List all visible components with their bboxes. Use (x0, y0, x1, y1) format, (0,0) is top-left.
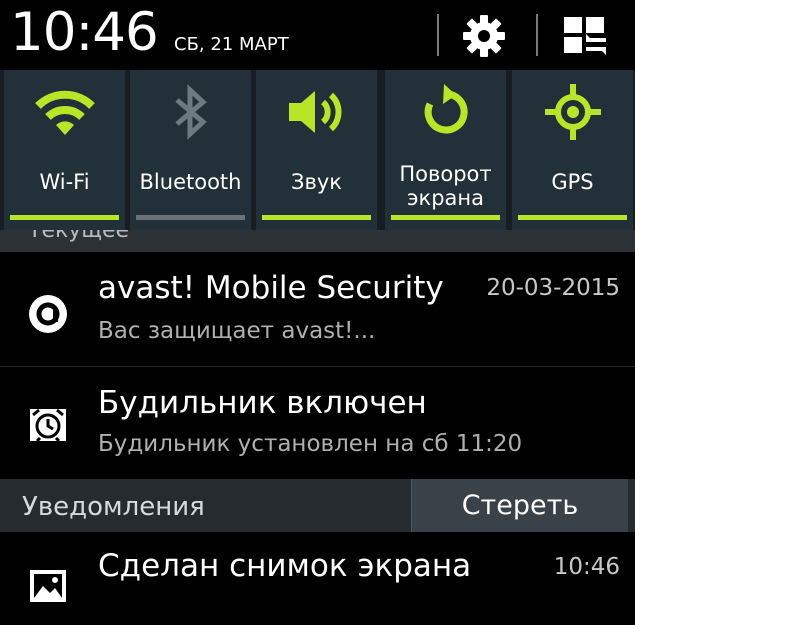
notification-avast[interactable]: avast! Mobile Security 20-03-2015 Вас за… (0, 252, 635, 366)
toggle-sound[interactable]: Звук (256, 70, 377, 230)
notification-alarm[interactable]: Будильник включен Будильник установлен н… (0, 367, 635, 478)
notification-subtitle: Будильник установлен на сб 11:20 (98, 431, 523, 457)
toggle-gps[interactable]: GPS (512, 70, 633, 230)
notification-screenshot[interactable]: Сделан снимок экрана 10:46 (0, 532, 635, 625)
notification-title: avast! Mobile Security (98, 270, 444, 306)
section-label: Текущее (28, 230, 130, 243)
notifications-section-header: Уведомления Стереть (0, 479, 635, 532)
status-divider (536, 14, 538, 56)
status-date: СБ, 21 МАРТ (174, 34, 289, 55)
section-label: Уведомления (22, 492, 205, 522)
gear-icon[interactable] (462, 14, 506, 58)
grid-edit-icon[interactable] (562, 14, 606, 58)
rotate-icon (385, 82, 506, 142)
notification-panel: 10:46 СБ, 21 МАРТ Wi-Fi Bluetooth Звук П… (0, 0, 635, 625)
toggle-indicator (391, 215, 500, 220)
toggle-label: Bluetooth (139, 170, 242, 194)
clear-button[interactable]: Стереть (411, 479, 628, 532)
toggle-label: GPS (551, 170, 594, 194)
gps-icon (512, 82, 633, 142)
bluetooth-icon (130, 82, 251, 142)
notification-subtitle: Вас защищает avast!... (98, 318, 376, 344)
status-clock: 10:46 (10, 2, 159, 63)
notification-time: 10:46 (553, 554, 620, 580)
toggle-wifi[interactable]: Wi-Fi (4, 70, 125, 230)
toggle-label-line1: Поворот (399, 162, 492, 186)
notification-title: Будильник включен (98, 385, 427, 421)
toggle-bluetooth[interactable]: Bluetooth (130, 70, 251, 230)
toggle-label-line2: экрана (406, 186, 484, 210)
toggle-indicator (136, 215, 245, 220)
notification-title: Сделан снимок экрана (98, 548, 472, 584)
quick-toggles: Wi-Fi Bluetooth Звук Поворот экрана GPS (0, 70, 635, 230)
toggle-label: Wi-Fi (39, 170, 90, 194)
toggle-label: Поворот экрана (385, 162, 506, 210)
status-divider (437, 14, 439, 56)
toggle-rotation[interactable]: Поворот экрана (385, 70, 506, 230)
alarm-clock-icon (28, 405, 68, 449)
toggle-indicator (518, 215, 627, 220)
toggle-indicator (10, 215, 119, 220)
avast-icon (28, 294, 68, 338)
notification-time: 20-03-2015 (486, 275, 620, 301)
ongoing-section-header: Текущее (0, 230, 635, 252)
wifi-icon (4, 82, 125, 142)
image-icon (28, 568, 68, 608)
sound-icon (256, 82, 377, 142)
toggle-label: Звук (291, 170, 342, 194)
toggle-indicator (262, 215, 371, 220)
